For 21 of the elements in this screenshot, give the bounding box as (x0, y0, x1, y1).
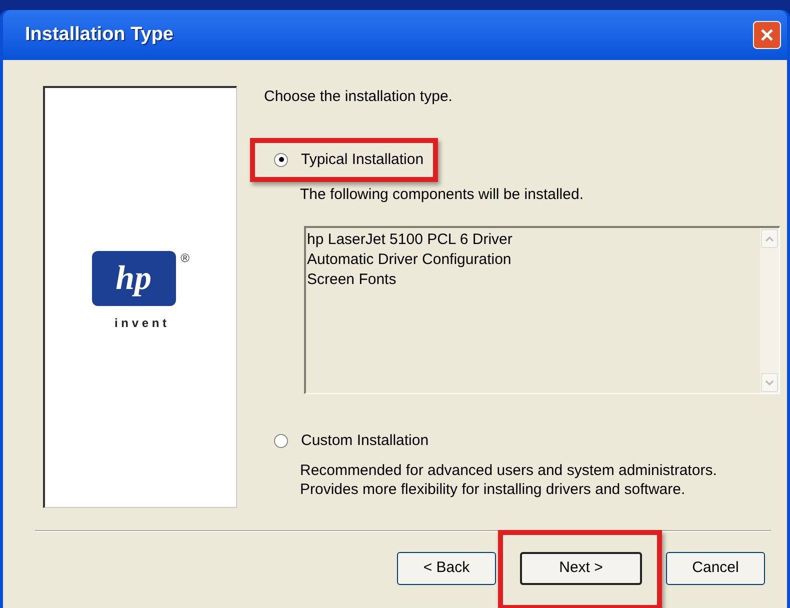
prompt-text: Choose the installation type. (264, 87, 454, 107)
option-description: Recommended for advanced users and system administrators. Provides more flexibility for installing drivers and software. (300, 460, 718, 498)
option-label[interactable]: Typical Installation (301, 148, 424, 171)
logo-tagline: i n v e n t (114, 315, 166, 332)
close-icon (759, 27, 775, 43)
option-label[interactable]: Custom Installation (301, 430, 429, 452)
close-button[interactable] (753, 21, 781, 49)
dialog-button[interactable]: Cancel (666, 552, 765, 585)
list-item: Screen Fonts (307, 270, 398, 290)
option-description: The following components will be installed. (300, 185, 584, 204)
dialog-button[interactable]: Next > (520, 552, 642, 585)
logo-mark: hp (92, 251, 176, 306)
window-title: Installation Type (25, 22, 174, 47)
dialog-button[interactable]: < Back (397, 552, 496, 585)
registered-mark: ® (180, 250, 190, 267)
list-item: hp LaserJet 5100 PCL 6 Driver (307, 230, 514, 250)
scroll-up-button[interactable] (761, 229, 778, 248)
list-item: Automatic Driver Configuration (307, 250, 512, 270)
scroll-down-button[interactable] (761, 373, 778, 392)
radio-button[interactable] (274, 152, 288, 167)
radio-button[interactable] (274, 434, 288, 448)
